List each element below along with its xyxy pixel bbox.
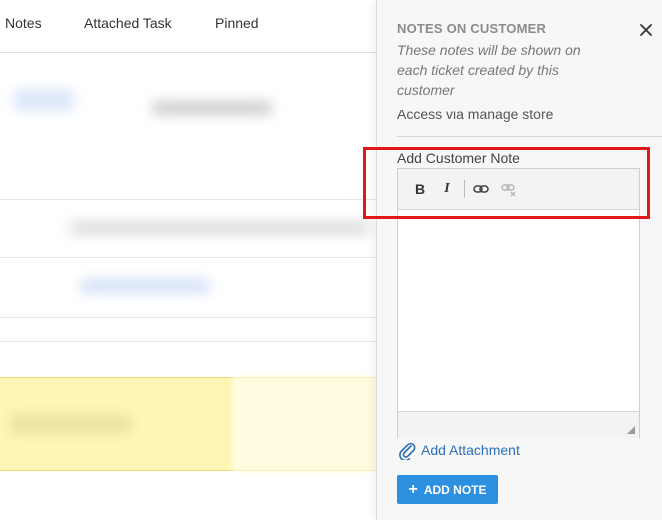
blurred-link	[80, 279, 210, 293]
plus-icon: +	[408, 480, 418, 498]
blurred-block	[14, 89, 74, 111]
panel-title: NOTES ON CUSTOMER	[397, 21, 547, 36]
editor-toolbar: B I	[398, 169, 639, 210]
note-editor: B I	[397, 168, 640, 438]
add-customer-note-label: Add Customer Note	[397, 150, 520, 166]
close-icon[interactable]	[635, 19, 657, 41]
blurred-block	[10, 416, 130, 432]
resize-handle[interactable]	[627, 426, 635, 434]
blurred-block	[232, 376, 382, 472]
add-note-button[interactable]: + ADD NOTE	[397, 475, 498, 504]
paperclip-icon	[399, 442, 416, 460]
divider	[0, 317, 376, 318]
tab-attached-task[interactable]: Attached Task	[84, 15, 172, 31]
link-icon[interactable]	[471, 179, 491, 199]
note-banner	[0, 376, 382, 472]
add-attachment-label: Add Attachment	[421, 442, 520, 458]
existing-note: Access via manage store	[397, 110, 662, 137]
tab-notes[interactable]: Notes	[5, 15, 42, 31]
tab-bar: Notes Attached Task Pinned	[0, 0, 376, 53]
bold-button[interactable]: B	[410, 179, 430, 199]
tab-pinned[interactable]: Pinned	[215, 15, 259, 31]
italic-button[interactable]: I	[437, 179, 457, 199]
divider	[0, 341, 376, 342]
existing-note-text: Access via manage store	[397, 110, 554, 122]
note-textarea[interactable]	[398, 210, 639, 410]
unlink-icon[interactable]	[499, 179, 519, 199]
blurred-block	[152, 101, 272, 115]
add-attachment-link[interactable]: Add Attachment	[397, 440, 520, 460]
editor-footer	[398, 411, 639, 438]
add-note-label: ADD NOTE	[423, 482, 487, 497]
divider	[0, 199, 376, 200]
blurred-block	[70, 221, 370, 235]
divider	[0, 257, 376, 258]
notes-panel: NOTES ON CUSTOMER These notes will be sh…	[376, 0, 662, 520]
toolbar-separator	[464, 180, 465, 198]
panel-subtitle: These notes will be shown on each ticket…	[397, 42, 581, 98]
